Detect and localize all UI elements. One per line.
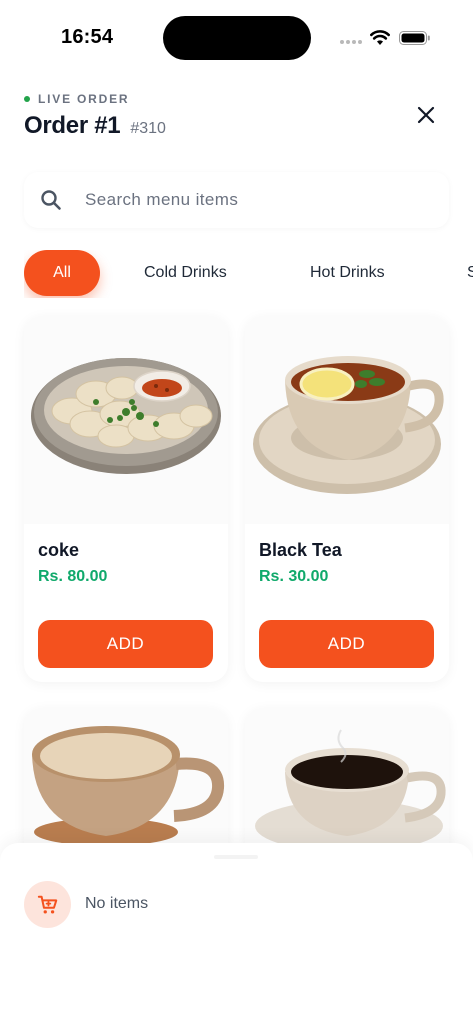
live-order-label: LIVE ORDER bbox=[38, 92, 130, 106]
dynamic-island bbox=[163, 16, 311, 60]
lemon-tea-cup-image bbox=[245, 316, 449, 524]
menu-item-card[interactable]: Black Tea Rs. 30.00 ADD bbox=[245, 316, 449, 682]
category-tab-partial[interactable]: S bbox=[467, 250, 473, 296]
momo-plate-image bbox=[24, 316, 228, 524]
add-to-order-button[interactable]: ADD bbox=[259, 620, 434, 668]
menu-item-price: Rs. 80.00 bbox=[38, 568, 108, 585]
menu-item-price: Rs. 30.00 bbox=[259, 568, 329, 585]
order-header: LIVE ORDER Order #1 #310 bbox=[24, 88, 449, 148]
category-tabs: All Cold Drinks Hot Drinks S bbox=[24, 250, 473, 298]
menu-item-card[interactable]: coke Rs. 80.00 ADD bbox=[24, 316, 228, 682]
search-bar[interactable] bbox=[24, 172, 449, 228]
drag-handle[interactable] bbox=[214, 855, 258, 859]
cart-status-text: No items bbox=[85, 895, 149, 912]
cart-button[interactable] bbox=[24, 881, 71, 928]
category-tab-hot-drinks[interactable]: Hot Drinks bbox=[310, 250, 385, 296]
cart-summary-bar[interactable]: No items bbox=[0, 843, 473, 1024]
battery-icon bbox=[399, 31, 430, 45]
live-dot-icon bbox=[24, 96, 30, 102]
status-bar: 16:54 bbox=[0, 0, 473, 76]
search-input[interactable] bbox=[85, 190, 405, 210]
search-icon bbox=[41, 190, 61, 210]
menu-item-name: Black Tea bbox=[259, 540, 342, 560]
cellular-signal-icon bbox=[340, 40, 362, 44]
order-number: #310 bbox=[130, 120, 166, 137]
menu-item-name: coke bbox=[38, 540, 80, 560]
live-order-indicator: LIVE ORDER bbox=[24, 92, 129, 106]
cart-icon bbox=[37, 895, 57, 914]
page-title: Order #1 bbox=[24, 112, 121, 139]
order-title-row: Order #1 #310 bbox=[24, 112, 166, 140]
status-time: 16:54 bbox=[61, 26, 114, 48]
category-tab-all[interactable]: All bbox=[24, 250, 100, 296]
wifi-icon bbox=[370, 30, 390, 45]
add-to-order-button[interactable]: ADD bbox=[38, 620, 213, 668]
close-icon[interactable] bbox=[415, 104, 437, 126]
category-tab-cold-drinks[interactable]: Cold Drinks bbox=[144, 250, 227, 296]
